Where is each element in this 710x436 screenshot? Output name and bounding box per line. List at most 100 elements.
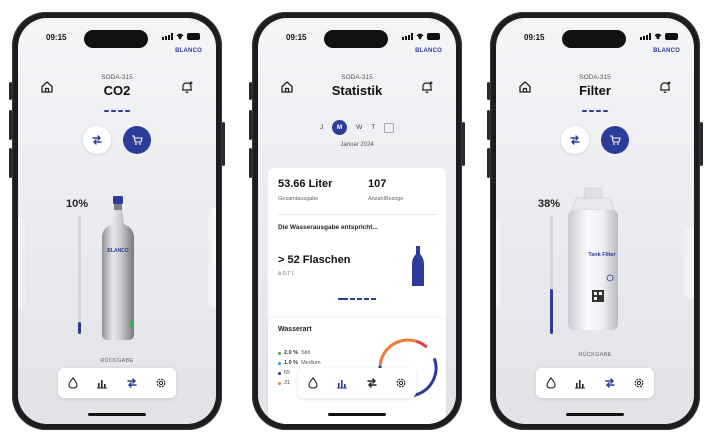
total-volume: 53.66 Liter: [278, 178, 333, 190]
level-gauge: [78, 216, 81, 334]
level-gauge-fill: [78, 322, 81, 334]
side-button: [487, 110, 490, 140]
nav-drop[interactable]: [65, 375, 81, 391]
side-button: [249, 82, 252, 100]
side-button: [487, 148, 490, 178]
bell-icon[interactable]: [420, 80, 434, 94]
return-caption: RÜCKGABE: [100, 358, 134, 364]
page-indicator: [18, 110, 216, 112]
page-header: SODA-315 Filter: [496, 66, 694, 106]
status-bar: 09:15: [258, 30, 456, 48]
side-button: [9, 110, 12, 140]
battery-icon: [187, 33, 200, 40]
drop-icon: [546, 377, 556, 389]
nav-statistics[interactable]: [334, 375, 350, 391]
neighbor-item-left: [18, 218, 28, 308]
nav-swap[interactable]: [364, 375, 380, 391]
dispense-count: 107: [368, 178, 387, 190]
shop-button[interactable]: [123, 126, 151, 154]
status-icons: [640, 33, 678, 40]
nav-swap[interactable]: [602, 375, 618, 391]
gear-icon: [396, 378, 406, 388]
nav-drop[interactable]: [305, 375, 321, 391]
status-bar: 09:15: [496, 30, 694, 48]
drop-icon: [68, 377, 78, 389]
bottles-count: > 52 Flaschen: [278, 254, 351, 266]
water-filter-illustration: Tank Filter: [568, 187, 618, 330]
bottle-size: à 0.7 l: [278, 271, 293, 277]
signal-icon: [162, 33, 173, 40]
home-indicator: [566, 413, 624, 416]
swap-icon: [92, 135, 102, 145]
total-volume-label: Gesamtausgabe: [278, 196, 319, 202]
status-time: 09:15: [46, 33, 67, 42]
power-button: [222, 122, 225, 166]
legend-row: 1.0 % Medium: [278, 358, 321, 368]
gear-icon: [156, 378, 166, 388]
nav-drop[interactable]: [543, 375, 559, 391]
period-week[interactable]: W: [356, 124, 362, 131]
filter-label: Tank Filter: [588, 252, 616, 258]
nav-settings[interactable]: [631, 375, 647, 391]
co2-bottle-illustration: BLANCO: [102, 196, 134, 340]
phone-co2: 09:15 BLANCO SODA-315 CO2 10% BLANCO RÜC…: [9, 12, 225, 430]
return-caption: RÜCKGABE: [578, 352, 612, 358]
level-percent: 38%: [538, 198, 561, 210]
wifi-icon: [416, 33, 424, 40]
bottom-nav: [58, 368, 176, 398]
nav-statistics[interactable]: [94, 375, 110, 391]
nav-settings[interactable]: [393, 375, 409, 391]
screen: 09:15 BLANCO SODA-315 CO2 10% BLANCO RÜC…: [18, 18, 216, 424]
wifi-icon: [654, 33, 662, 40]
swap-icon: [605, 378, 615, 388]
cart-icon: [132, 135, 143, 145]
phone-statistics: 09:15 BLANCO SODA-315 Statistik J M W T …: [249, 12, 465, 430]
period-month-selected[interactable]: M: [332, 120, 348, 135]
period-selector: J M W T: [258, 120, 456, 135]
nav-swap[interactable]: [124, 375, 140, 391]
nav-statistics[interactable]: [572, 375, 588, 391]
side-button: [9, 148, 12, 178]
signal-icon: [640, 33, 651, 40]
brand-logo: BLANCO: [653, 48, 680, 54]
bottle-label: BLANCO: [107, 248, 128, 254]
home-indicator: [328, 413, 386, 416]
swap-icon: [127, 378, 137, 388]
status-time: 09:15: [286, 33, 307, 42]
status-icons: [162, 33, 200, 40]
swap-icon: [570, 135, 580, 145]
swap-button[interactable]: [83, 126, 111, 154]
page-header: SODA-315 Statistik: [258, 66, 456, 106]
bell-icon[interactable]: [658, 80, 672, 94]
nav-settings[interactable]: [153, 375, 169, 391]
level-gauge: [550, 216, 553, 334]
legend-label: Still: [301, 350, 310, 356]
selected-month: Januar 2024: [340, 142, 374, 148]
bell-icon[interactable]: [180, 80, 194, 94]
period-day-2[interactable]: T: [371, 124, 375, 131]
page-indicator: [496, 110, 694, 112]
legend-label: Medium: [301, 360, 321, 366]
neighbor-item-right: [208, 208, 216, 308]
swap-icon: [367, 378, 377, 388]
water-type-title: Wasserart: [278, 326, 312, 333]
phone-filter: 09:15 BLANCO SODA-315 Filter 38% Tank Fi…: [487, 12, 703, 430]
power-button: [700, 122, 703, 166]
card-page-indicator: [338, 298, 376, 300]
legend-value: 31: [284, 380, 291, 386]
calendar-icon[interactable]: [384, 122, 395, 133]
swap-button[interactable]: [561, 126, 589, 154]
shop-button[interactable]: [601, 126, 629, 154]
status-time: 09:15: [524, 33, 545, 42]
period-day[interactable]: J: [320, 124, 323, 131]
status-icons: [402, 33, 440, 40]
chart-icon: [575, 379, 586, 388]
action-buttons: [496, 126, 694, 154]
dynamic-island: [324, 30, 388, 48]
side-button: [9, 82, 12, 100]
status-bar: 09:15: [18, 30, 216, 48]
wifi-icon: [176, 33, 184, 40]
brand-logo: BLANCO: [175, 48, 202, 54]
dispense-count-label: AnzahlBezüge: [368, 196, 404, 202]
level-percent: 10%: [66, 198, 89, 210]
